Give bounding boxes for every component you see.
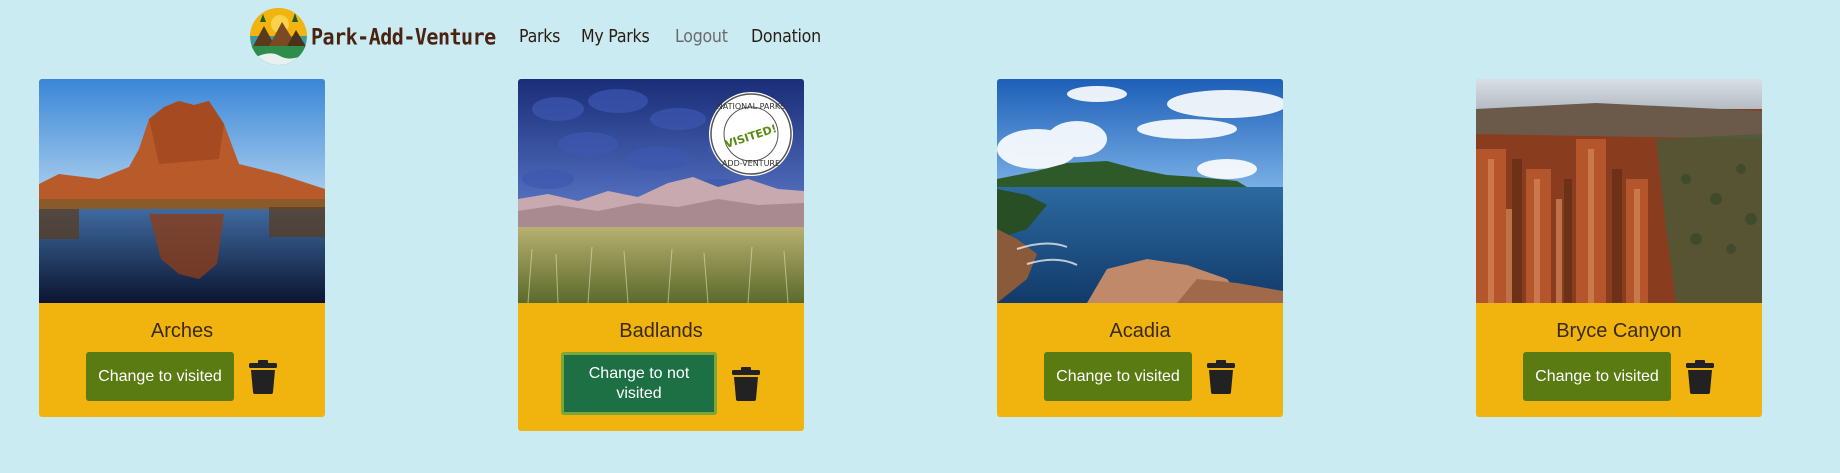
park-photo (39, 79, 325, 303)
park-card: Bryce Canyon Change to visited (1476, 79, 1762, 417)
park-name: Bryce Canyon (1556, 320, 1682, 342)
navbar: Park-Add-Venture Parks My Parks Logout D… (250, 8, 847, 65)
park-name: Badlands (619, 320, 703, 342)
park-card: Acadia Change to visited (997, 79, 1283, 417)
toggle-visited-button[interactable]: Change to visited (1523, 352, 1671, 401)
park-card: Arches Change to visited (39, 79, 325, 417)
card-actions: Change to visited (1476, 352, 1762, 417)
park-photo (997, 79, 1283, 303)
brand-name: Park-Add-Venture (311, 23, 496, 50)
park-logo-icon (250, 8, 307, 65)
park-card: NATIONAL PARKS VISITED! ADD-VENTURE Badl… (518, 79, 804, 431)
nav-donation[interactable]: Donation (751, 26, 821, 47)
trash-icon[interactable] (1685, 359, 1715, 394)
card-actions: Change to visited (997, 352, 1283, 417)
park-photo: NATIONAL PARKS VISITED! ADD-VENTURE (518, 79, 804, 303)
park-name: Arches (150, 320, 214, 342)
toggle-visited-button[interactable]: Change to visited (86, 352, 234, 401)
trash-icon[interactable] (1206, 359, 1236, 394)
park-photo (1476, 79, 1762, 303)
park-name: Acadia (1109, 320, 1171, 342)
brand-link[interactable]: Park-Add-Venture (250, 8, 496, 65)
nav-parks[interactable]: Parks (519, 26, 560, 47)
trash-icon[interactable] (248, 359, 278, 394)
toggle-visited-button[interactable]: Change to visited (1044, 352, 1192, 401)
nav-logout[interactable]: Logout (675, 26, 728, 47)
toggle-visited-button[interactable]: Change to not visited (561, 352, 717, 415)
stamp-bottom-text: ADD-VENTURE (722, 159, 780, 168)
trash-icon[interactable] (731, 366, 761, 401)
nav-my-parks[interactable]: My Parks (581, 26, 650, 47)
nav-links: Parks My Parks Logout Donation (519, 26, 847, 47)
card-actions: Change to not visited (518, 352, 804, 431)
card-actions: Change to visited (39, 352, 325, 417)
stamp-top-text: NATIONAL PARKS (717, 102, 786, 111)
